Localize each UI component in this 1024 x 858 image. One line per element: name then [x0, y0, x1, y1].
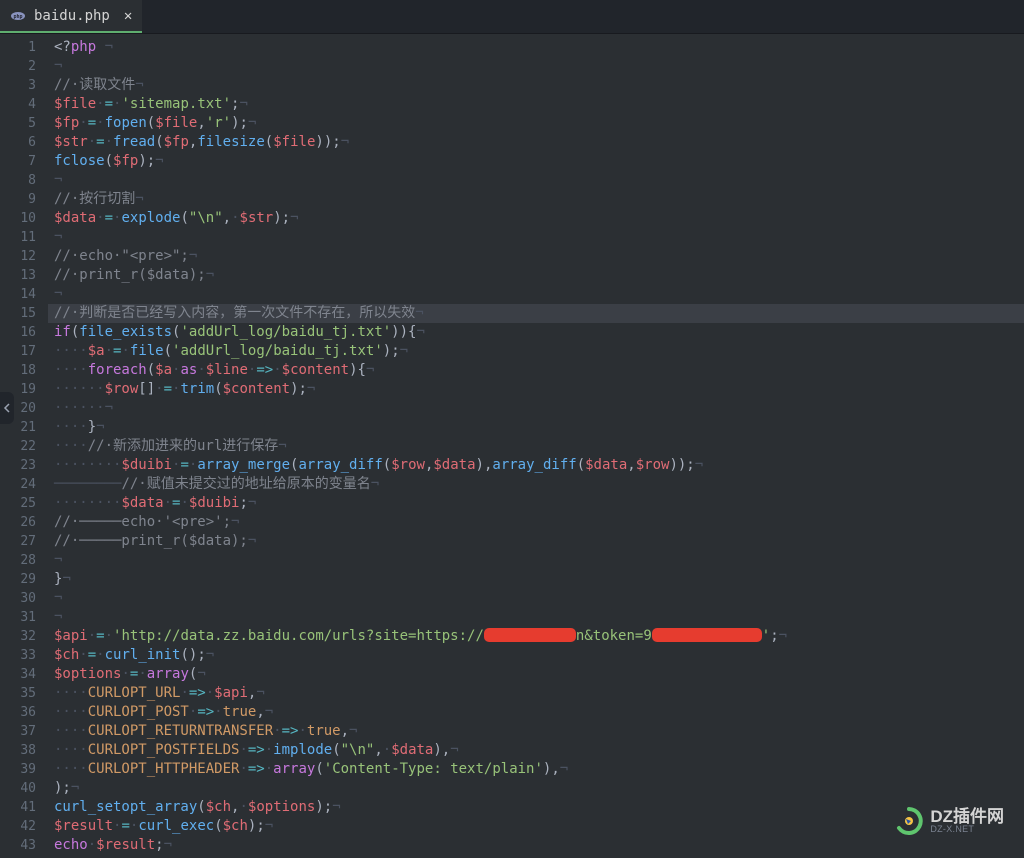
code-line[interactable]: $fp·=·fopen($file,'r');¬ — [48, 114, 1024, 133]
line-number: 14 — [0, 285, 36, 304]
watermark-subtitle: DZ-X.NET — [930, 825, 1004, 834]
line-number: 22 — [0, 437, 36, 456]
code-line[interactable]: curl_setopt_array($ch,·$options);¬ — [48, 798, 1024, 817]
code-line[interactable]: <?php ¬ — [48, 38, 1024, 57]
line-number: 5 — [0, 114, 36, 133]
code-line[interactable]: ¬ — [48, 57, 1024, 76]
code-line[interactable]: ····CURLOPT_RETURNTRANSFER·=>·true,¬ — [48, 722, 1024, 741]
line-number: 32 — [0, 627, 36, 646]
line-number: 17 — [0, 342, 36, 361]
line-number: 26 — [0, 513, 36, 532]
code-line[interactable]: $file·=·'sitemap.txt';¬ — [48, 95, 1024, 114]
code-line[interactable]: ¬ — [48, 608, 1024, 627]
code-line[interactable]: ······$row[]·=·trim($content);¬ — [48, 380, 1024, 399]
line-number: 43 — [0, 836, 36, 855]
code-line[interactable]: echo·$result;¬ — [48, 836, 1024, 855]
code-content[interactable]: <?php ¬¬//·读取文件¬$file·=·'sitemap.txt';¬$… — [48, 34, 1024, 858]
line-number: 35 — [0, 684, 36, 703]
code-line[interactable]: $str·=·fread($fp,filesize($file));¬ — [48, 133, 1024, 152]
line-number: 12 — [0, 247, 36, 266]
line-number: 4 — [0, 95, 36, 114]
line-number: 23 — [0, 456, 36, 475]
line-number: 16 — [0, 323, 36, 342]
line-number: 8 — [0, 171, 36, 190]
line-number: 15 — [0, 304, 36, 323]
code-line[interactable]: fclose($fp);¬ — [48, 152, 1024, 171]
tab-baidu-php[interactable]: php baidu.php ✕ — [0, 0, 142, 33]
line-number: 11 — [0, 228, 36, 247]
line-number: 29 — [0, 570, 36, 589]
line-number: 34 — [0, 665, 36, 684]
line-number: 10 — [0, 209, 36, 228]
code-line[interactable]: //·读取文件¬ — [48, 76, 1024, 95]
line-number: 24 — [0, 475, 36, 494]
line-number: 41 — [0, 798, 36, 817]
code-line[interactable]: $ch·=·curl_init();¬ — [48, 646, 1024, 665]
line-number: 33 — [0, 646, 36, 665]
code-line[interactable]: );¬ — [48, 779, 1024, 798]
code-line[interactable]: //·print_r($data);¬ — [48, 266, 1024, 285]
code-line[interactable]: $options·=·array(¬ — [48, 665, 1024, 684]
line-number: 18 — [0, 361, 36, 380]
editor-view: 1234567891011121314151617181920212223242… — [0, 34, 1024, 858]
code-line[interactable]: ¬ — [48, 551, 1024, 570]
line-number: 3 — [0, 76, 36, 95]
watermark-title: DZ插件网 — [930, 808, 1004, 825]
line-number: 40 — [0, 779, 36, 798]
code-line[interactable]: ····}¬ — [48, 418, 1024, 437]
line-number: 38 — [0, 741, 36, 760]
line-number: 31 — [0, 608, 36, 627]
line-number: 13 — [0, 266, 36, 285]
line-number: 1 — [0, 38, 36, 57]
panel-collapse-handle[interactable] — [0, 392, 14, 424]
line-number: 9 — [0, 190, 36, 209]
line-number: 2 — [0, 57, 36, 76]
code-line[interactable]: ────────//·赋值未提交过的地址给原本的变量名¬ — [48, 475, 1024, 494]
code-line[interactable]: //·─────echo·'<pre>';¬ — [48, 513, 1024, 532]
code-line[interactable]: ¬ — [48, 228, 1024, 247]
line-number: 37 — [0, 722, 36, 741]
code-line[interactable]: ····foreach($a·as·$line·=>·$content){¬ — [48, 361, 1024, 380]
line-number: 36 — [0, 703, 36, 722]
line-number: 6 — [0, 133, 36, 152]
code-line[interactable]: ········$data·=·$duibi;¬ — [48, 494, 1024, 513]
watermark: DZ插件网 DZ-X.NET — [894, 806, 1004, 836]
code-line[interactable]: //·判断是否已经写入内容，第一次文件不存在，所以失效¬ — [48, 304, 1024, 323]
code-line[interactable]: ····//·新添加进来的url进行保存¬ — [48, 437, 1024, 456]
svg-text:php: php — [13, 14, 22, 20]
line-number-gutter: 1234567891011121314151617181920212223242… — [0, 34, 48, 858]
line-number: 30 — [0, 589, 36, 608]
line-number: 39 — [0, 760, 36, 779]
code-line[interactable]: ····CURLOPT_POSTFIELDS·=>·implode("\n",·… — [48, 741, 1024, 760]
watermark-logo-icon — [894, 806, 924, 836]
code-line[interactable]: ····$a·=·file('addUrl_log/baidu_tj.txt')… — [48, 342, 1024, 361]
php-file-icon: php — [10, 8, 26, 24]
code-line[interactable]: $api·=·'http://data.zz.baidu.com/urls?si… — [48, 627, 1024, 646]
code-line[interactable]: if(file_exists('addUrl_log/baidu_tj.txt'… — [48, 323, 1024, 342]
code-line[interactable]: ········$duibi·=·array_merge(array_diff(… — [48, 456, 1024, 475]
line-number: 28 — [0, 551, 36, 570]
code-line[interactable]: $data·=·explode("\n",·$str);¬ — [48, 209, 1024, 228]
code-line[interactable]: ¬ — [48, 171, 1024, 190]
code-line[interactable]: $result·=·curl_exec($ch);¬ — [48, 817, 1024, 836]
line-number: 7 — [0, 152, 36, 171]
line-number: 25 — [0, 494, 36, 513]
line-number: 27 — [0, 532, 36, 551]
code-line[interactable]: ····CURLOPT_URL·=>·$api,¬ — [48, 684, 1024, 703]
tab-close-button[interactable]: ✕ — [124, 8, 132, 24]
line-number: 42 — [0, 817, 36, 836]
code-line[interactable]: ¬ — [48, 589, 1024, 608]
code-line[interactable]: ····CURLOPT_HTTPHEADER·=>·array('Content… — [48, 760, 1024, 779]
code-line[interactable]: //·按行切割¬ — [48, 190, 1024, 209]
code-line[interactable]: }¬ — [48, 570, 1024, 589]
tabs-bar: php baidu.php ✕ — [0, 0, 1024, 34]
code-line[interactable]: ¬ — [48, 285, 1024, 304]
code-line[interactable]: ······¬ — [48, 399, 1024, 418]
code-line[interactable]: ····CURLOPT_POST·=>·true,¬ — [48, 703, 1024, 722]
code-line[interactable]: //·echo·"<pre>";¬ — [48, 247, 1024, 266]
code-line[interactable]: //·─────print_r($data);¬ — [48, 532, 1024, 551]
tab-filename: baidu.php — [34, 8, 110, 24]
